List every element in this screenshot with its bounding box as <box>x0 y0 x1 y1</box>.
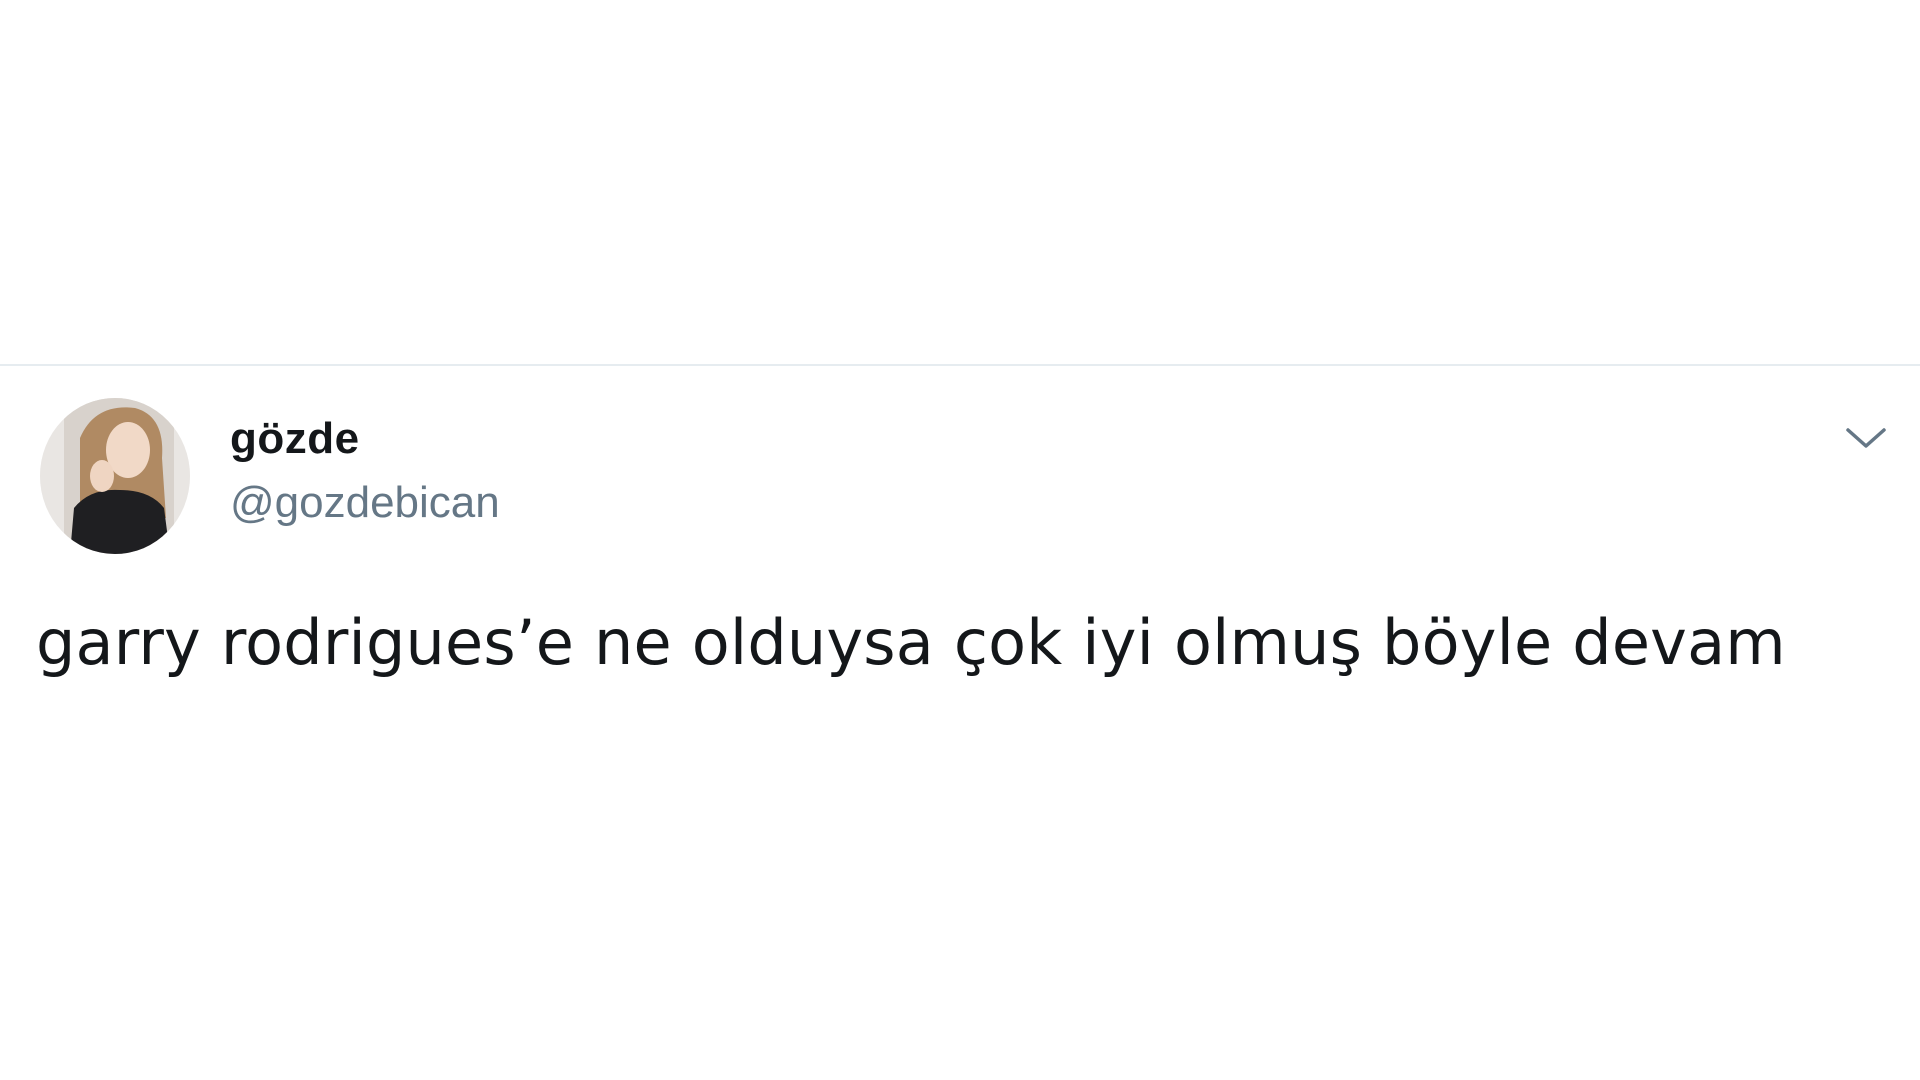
tweet-card: gözde @gozdebican garry rodrigues’e ne o… <box>0 366 1920 1080</box>
chevron-down-icon[interactable] <box>1840 418 1892 458</box>
tweet-screenshot: gözde @gozdebican garry rodrigues’e ne o… <box>0 0 1920 1080</box>
avatar[interactable] <box>40 398 190 554</box>
tweet-text: garry rodrigues’e ne olduysa çok iyi olm… <box>36 606 1786 679</box>
avatar-photo-icon <box>40 398 190 554</box>
display-name[interactable]: gözde <box>230 414 360 464</box>
user-handle[interactable]: @gozdebican <box>230 478 500 528</box>
